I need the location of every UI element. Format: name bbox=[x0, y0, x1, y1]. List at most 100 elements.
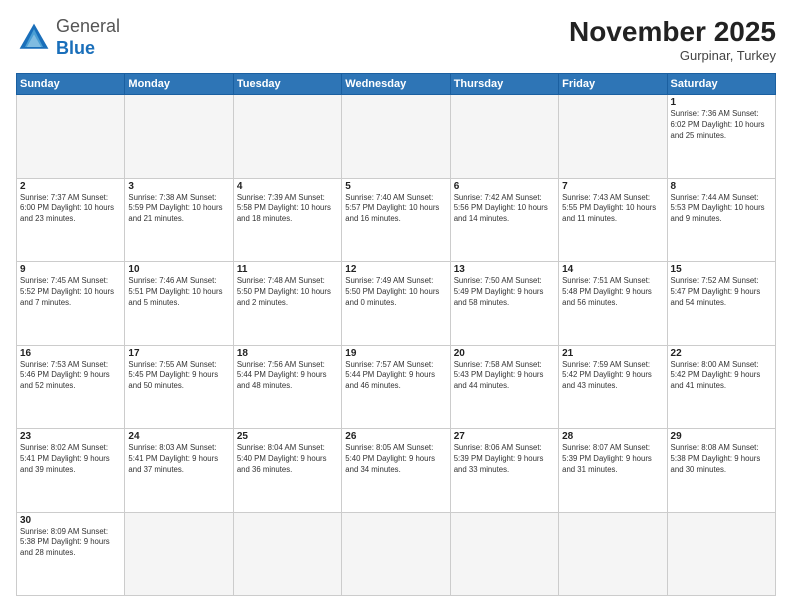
page: General Blue November 2025 Gurpinar, Tur… bbox=[0, 0, 792, 612]
calendar-cell: 30Sunrise: 8:09 AM Sunset: 5:38 PM Dayli… bbox=[17, 512, 125, 596]
day-number: 25 bbox=[237, 431, 338, 442]
day-info: Sunrise: 8:06 AM Sunset: 5:39 PM Dayligh… bbox=[454, 443, 555, 476]
day-info: Sunrise: 8:08 AM Sunset: 5:38 PM Dayligh… bbox=[671, 443, 772, 476]
calendar-cell bbox=[667, 512, 775, 596]
calendar-week-row: 9Sunrise: 7:45 AM Sunset: 5:52 PM Daylig… bbox=[17, 262, 776, 346]
calendar-cell: 8Sunrise: 7:44 AM Sunset: 5:53 PM Daylig… bbox=[667, 178, 775, 262]
calendar-cell: 21Sunrise: 7:59 AM Sunset: 5:42 PM Dayli… bbox=[559, 345, 667, 429]
day-info: Sunrise: 7:40 AM Sunset: 5:57 PM Dayligh… bbox=[345, 193, 446, 226]
day-number: 10 bbox=[128, 264, 229, 275]
location: Gurpinar, Turkey bbox=[569, 48, 776, 63]
day-info: Sunrise: 7:39 AM Sunset: 5:58 PM Dayligh… bbox=[237, 193, 338, 226]
day-info: Sunrise: 7:57 AM Sunset: 5:44 PM Dayligh… bbox=[345, 360, 446, 393]
calendar-cell: 28Sunrise: 8:07 AM Sunset: 5:39 PM Dayli… bbox=[559, 429, 667, 513]
day-info: Sunrise: 8:04 AM Sunset: 5:40 PM Dayligh… bbox=[237, 443, 338, 476]
calendar-cell: 3Sunrise: 7:38 AM Sunset: 5:59 PM Daylig… bbox=[125, 178, 233, 262]
calendar-cell: 11Sunrise: 7:48 AM Sunset: 5:50 PM Dayli… bbox=[233, 262, 341, 346]
day-number: 2 bbox=[20, 181, 121, 192]
calendar-cell: 2Sunrise: 7:37 AM Sunset: 6:00 PM Daylig… bbox=[17, 178, 125, 262]
calendar-cell: 17Sunrise: 7:55 AM Sunset: 5:45 PM Dayli… bbox=[125, 345, 233, 429]
calendar-cell: 23Sunrise: 8:02 AM Sunset: 5:41 PM Dayli… bbox=[17, 429, 125, 513]
day-number: 29 bbox=[671, 431, 772, 442]
day-number: 15 bbox=[671, 264, 772, 275]
day-info: Sunrise: 7:44 AM Sunset: 5:53 PM Dayligh… bbox=[671, 193, 772, 226]
calendar-cell: 25Sunrise: 8:04 AM Sunset: 5:40 PM Dayli… bbox=[233, 429, 341, 513]
calendar-cell: 19Sunrise: 7:57 AM Sunset: 5:44 PM Dayli… bbox=[342, 345, 450, 429]
calendar-cell: 10Sunrise: 7:46 AM Sunset: 5:51 PM Dayli… bbox=[125, 262, 233, 346]
day-info: Sunrise: 8:05 AM Sunset: 5:40 PM Dayligh… bbox=[345, 443, 446, 476]
calendar-day-header: Wednesday bbox=[342, 74, 450, 95]
calendar-cell bbox=[342, 512, 450, 596]
day-info: Sunrise: 7:38 AM Sunset: 5:59 PM Dayligh… bbox=[128, 193, 229, 226]
calendar-week-row: 2Sunrise: 7:37 AM Sunset: 6:00 PM Daylig… bbox=[17, 178, 776, 262]
day-number: 9 bbox=[20, 264, 121, 275]
calendar-cell: 22Sunrise: 8:00 AM Sunset: 5:42 PM Dayli… bbox=[667, 345, 775, 429]
calendar-cell bbox=[559, 95, 667, 179]
day-number: 21 bbox=[562, 348, 663, 359]
day-number: 1 bbox=[671, 97, 772, 108]
day-info: Sunrise: 7:55 AM Sunset: 5:45 PM Dayligh… bbox=[128, 360, 229, 393]
day-number: 23 bbox=[20, 431, 121, 442]
calendar-day-header: Friday bbox=[559, 74, 667, 95]
day-number: 17 bbox=[128, 348, 229, 359]
calendar-cell: 16Sunrise: 7:53 AM Sunset: 5:46 PM Dayli… bbox=[17, 345, 125, 429]
calendar-week-row: 30Sunrise: 8:09 AM Sunset: 5:38 PM Dayli… bbox=[17, 512, 776, 596]
calendar-cell: 14Sunrise: 7:51 AM Sunset: 5:48 PM Dayli… bbox=[559, 262, 667, 346]
calendar-cell: 7Sunrise: 7:43 AM Sunset: 5:55 PM Daylig… bbox=[559, 178, 667, 262]
header: General Blue November 2025 Gurpinar, Tur… bbox=[16, 16, 776, 63]
calendar-cell: 13Sunrise: 7:50 AM Sunset: 5:49 PM Dayli… bbox=[450, 262, 558, 346]
calendar-cell: 27Sunrise: 8:06 AM Sunset: 5:39 PM Dayli… bbox=[450, 429, 558, 513]
day-number: 19 bbox=[345, 348, 446, 359]
day-info: Sunrise: 7:46 AM Sunset: 5:51 PM Dayligh… bbox=[128, 276, 229, 309]
calendar-cell bbox=[450, 95, 558, 179]
logo-blue: Blue bbox=[56, 38, 95, 58]
day-number: 14 bbox=[562, 264, 663, 275]
day-number: 5 bbox=[345, 181, 446, 192]
calendar-cell bbox=[17, 95, 125, 179]
day-number: 13 bbox=[454, 264, 555, 275]
calendar-cell: 24Sunrise: 8:03 AM Sunset: 5:41 PM Dayli… bbox=[125, 429, 233, 513]
day-info: Sunrise: 7:50 AM Sunset: 5:49 PM Dayligh… bbox=[454, 276, 555, 309]
day-number: 12 bbox=[345, 264, 446, 275]
day-info: Sunrise: 7:53 AM Sunset: 5:46 PM Dayligh… bbox=[20, 360, 121, 393]
day-number: 6 bbox=[454, 181, 555, 192]
day-number: 26 bbox=[345, 431, 446, 442]
calendar-week-row: 1Sunrise: 7:36 AM Sunset: 6:02 PM Daylig… bbox=[17, 95, 776, 179]
calendar-cell: 4Sunrise: 7:39 AM Sunset: 5:58 PM Daylig… bbox=[233, 178, 341, 262]
day-info: Sunrise: 7:42 AM Sunset: 5:56 PM Dayligh… bbox=[454, 193, 555, 226]
day-info: Sunrise: 7:49 AM Sunset: 5:50 PM Dayligh… bbox=[345, 276, 446, 309]
title-block: November 2025 Gurpinar, Turkey bbox=[569, 16, 776, 63]
calendar-cell: 18Sunrise: 7:56 AM Sunset: 5:44 PM Dayli… bbox=[233, 345, 341, 429]
day-number: 4 bbox=[237, 181, 338, 192]
day-info: Sunrise: 8:09 AM Sunset: 5:38 PM Dayligh… bbox=[20, 527, 121, 560]
day-info: Sunrise: 7:51 AM Sunset: 5:48 PM Dayligh… bbox=[562, 276, 663, 309]
calendar-table: SundayMondayTuesdayWednesdayThursdayFrid… bbox=[16, 73, 776, 596]
day-info: Sunrise: 8:07 AM Sunset: 5:39 PM Dayligh… bbox=[562, 443, 663, 476]
calendar-cell bbox=[125, 95, 233, 179]
day-info: Sunrise: 8:02 AM Sunset: 5:41 PM Dayligh… bbox=[20, 443, 121, 476]
logo-text: General Blue bbox=[56, 16, 120, 59]
day-number: 7 bbox=[562, 181, 663, 192]
day-info: Sunrise: 8:00 AM Sunset: 5:42 PM Dayligh… bbox=[671, 360, 772, 393]
calendar-week-row: 23Sunrise: 8:02 AM Sunset: 5:41 PM Dayli… bbox=[17, 429, 776, 513]
day-number: 24 bbox=[128, 431, 229, 442]
calendar-header-row: SundayMondayTuesdayWednesdayThursdayFrid… bbox=[17, 74, 776, 95]
day-info: Sunrise: 7:37 AM Sunset: 6:00 PM Dayligh… bbox=[20, 193, 121, 226]
day-info: Sunrise: 7:56 AM Sunset: 5:44 PM Dayligh… bbox=[237, 360, 338, 393]
calendar-day-header: Sunday bbox=[17, 74, 125, 95]
day-number: 16 bbox=[20, 348, 121, 359]
calendar-day-header: Monday bbox=[125, 74, 233, 95]
day-number: 11 bbox=[237, 264, 338, 275]
day-info: Sunrise: 7:59 AM Sunset: 5:42 PM Dayligh… bbox=[562, 360, 663, 393]
calendar-day-header: Thursday bbox=[450, 74, 558, 95]
calendar-cell bbox=[450, 512, 558, 596]
day-info: Sunrise: 7:36 AM Sunset: 6:02 PM Dayligh… bbox=[671, 109, 772, 142]
logo: General Blue bbox=[16, 16, 120, 59]
day-info: Sunrise: 7:52 AM Sunset: 5:47 PM Dayligh… bbox=[671, 276, 772, 309]
day-number: 28 bbox=[562, 431, 663, 442]
calendar-cell: 1Sunrise: 7:36 AM Sunset: 6:02 PM Daylig… bbox=[667, 95, 775, 179]
month-title: November 2025 bbox=[569, 16, 776, 48]
calendar-week-row: 16Sunrise: 7:53 AM Sunset: 5:46 PM Dayli… bbox=[17, 345, 776, 429]
day-info: Sunrise: 7:48 AM Sunset: 5:50 PM Dayligh… bbox=[237, 276, 338, 309]
calendar-cell bbox=[233, 512, 341, 596]
